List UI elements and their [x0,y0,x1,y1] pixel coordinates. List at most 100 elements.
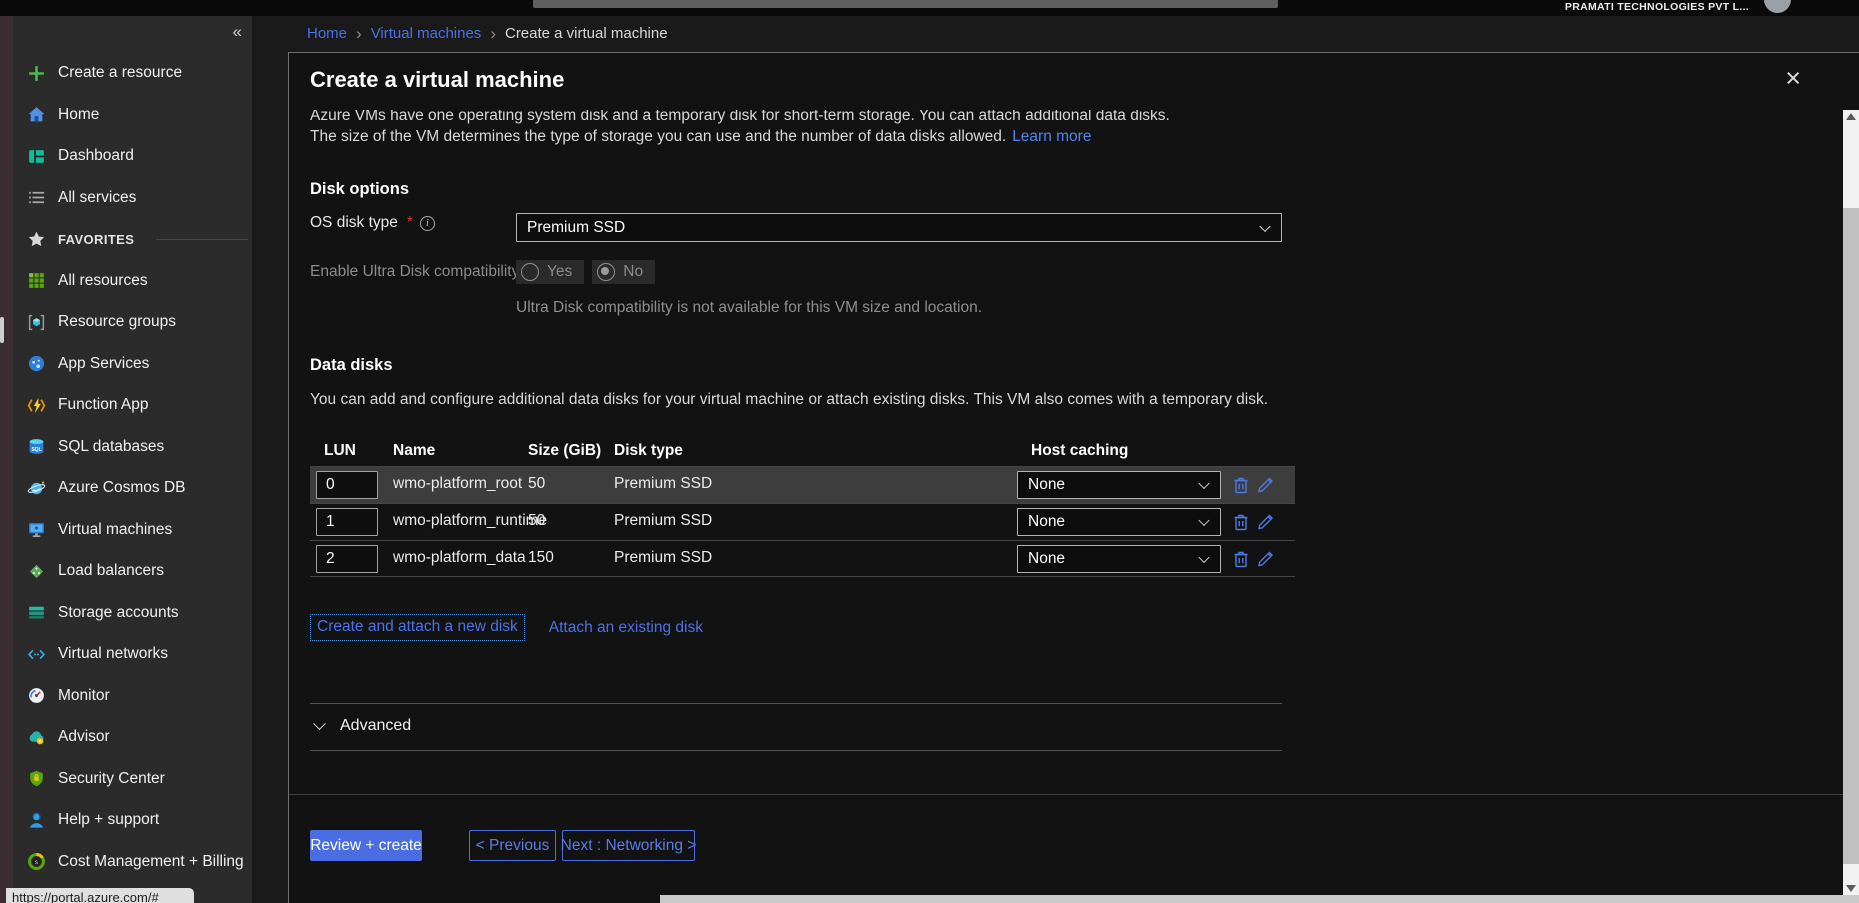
lun-input[interactable] [316,545,378,573]
sidebar-item-load-balancers[interactable]: Load balancers [27,559,248,583]
previous-button[interactable]: < Previous [469,830,556,861]
ultra-disk-radio-group: Yes No [516,260,655,284]
top-gray-strip [533,0,1278,8]
host-caching-select[interactable]: None [1017,508,1221,536]
ultra-no-label: No [623,263,643,281]
delete-disk-icon[interactable] [1231,549,1251,569]
delete-disk-icon[interactable] [1231,512,1251,532]
required-asterisk: * [407,214,413,232]
breadcrumb-virtual-machines[interactable]: Virtual machines [371,25,482,42]
disk-options-heading: Disk options [310,180,409,199]
sidebar-item-azure-cosmos-db[interactable]: Azure Cosmos DB [27,476,248,500]
sidebar-item-virtual-machines[interactable]: Virtual machines [27,518,248,542]
sidebar-item-sql-databases[interactable]: SQL SQL databases [27,435,248,459]
col-header-lun: LUN [324,442,356,460]
ultra-yes-label: Yes [547,263,572,281]
edit-disk-icon[interactable] [1255,512,1275,532]
review-create-button[interactable]: Review + create [310,830,422,861]
edit-disk-icon[interactable] [1255,475,1275,495]
host-caching-select[interactable]: None [1017,471,1221,499]
sidebar-item-storage-accounts[interactable]: Storage accounts [27,601,248,625]
disk-size: 50 [528,475,545,493]
delete-disk-icon[interactable] [1231,475,1251,495]
help-support-icon [27,811,46,830]
ultra-yes-radio[interactable]: Yes [516,260,584,284]
os-disk-type-value: Premium SSD [527,219,625,237]
sidebar-item-label: Cost Management + Billing [58,853,244,871]
sidebar-item-all-resources[interactable]: All resources [27,269,248,293]
dashboard-icon [27,147,46,166]
col-header-host-caching: Host caching [1031,442,1128,460]
sidebar-item-create-a-resource[interactable]: Create a resource [27,61,248,85]
close-icon[interactable]: × [1785,63,1801,93]
blade-footer: Review + create < Previous Next : Networ… [289,794,1859,903]
breadcrumb-chevron-icon: › [356,27,362,41]
learn-more-link[interactable]: Learn more [1012,128,1091,145]
ultra-no-radio[interactable]: No [592,260,655,284]
chevron-down-icon [1198,552,1209,563]
next-networking-button[interactable]: Next : Networking > [562,830,695,861]
sidebar-item-label: Azure Cosmos DB [58,479,185,497]
sidebar-edge-strip [0,14,13,903]
edit-disk-icon[interactable] [1255,549,1275,569]
scroll-down-icon[interactable] [1846,885,1856,892]
sidebar-favorites-header: FAVORITES [27,227,248,251]
sidebar-item-security-center[interactable]: Security Center [27,767,248,791]
sidebar-item-home[interactable]: Home [27,103,248,127]
disk-size: 150 [528,549,554,567]
host-caching-value: None [1028,513,1065,531]
host-caching-select[interactable]: None [1017,545,1221,573]
disk-name: wmo-platform_runtime [393,512,547,530]
sidebar-scroll-thumb[interactable] [0,317,4,343]
table-row: wmo-platform_data 150 Premium SSD None [310,540,1295,577]
sidebar-item-dashboard[interactable]: Dashboard [27,144,248,168]
chevron-down-icon [1259,220,1270,231]
plus-icon [27,64,46,83]
avatar[interactable] [1764,0,1791,13]
sidebar-item-all-services[interactable]: All services [27,186,248,210]
sidebar-nav: Create a resource Home Dashboard All ser… [27,14,248,874]
sidebar-item-label: Monitor [58,687,110,705]
svg-text:s: s [35,859,38,866]
sidebar-item-monitor[interactable]: Monitor [27,684,248,708]
resource-groups-icon [27,313,46,332]
lun-input[interactable] [316,508,378,536]
vertical-scrollbar[interactable] [1843,110,1859,895]
host-caching-value: None [1028,550,1065,568]
sidebar-item-label: Storage accounts [58,604,179,622]
sidebar-item-function-app[interactable]: Function App [27,393,248,417]
home-icon [27,105,46,124]
attach-existing-disk-link[interactable]: Attach an existing disk [549,619,703,637]
os-disk-type-select[interactable]: Premium SSD [516,213,1282,242]
advanced-section-toggle[interactable]: Advanced [315,717,411,735]
star-icon [27,230,46,249]
sidebar-item-advisor[interactable]: Advisor [27,725,248,749]
horizontal-scrollbar[interactable] [660,895,1859,903]
sidebar-item-app-services[interactable]: App Services [27,352,248,376]
advisor-icon [27,728,46,747]
data-disks-heading: Data disks [310,356,393,375]
divider [310,750,1282,751]
create-attach-new-disk-link[interactable]: Create and attach a new disk [310,614,525,641]
lun-input[interactable] [316,471,378,499]
radio-selected-icon [597,263,615,281]
sidebar-item-cost-management[interactable]: s Cost Management + Billing [27,850,248,874]
scroll-up-icon[interactable] [1846,113,1856,120]
sidebar-item-resource-groups[interactable]: Resource groups [27,310,248,334]
chevron-down-icon [1198,515,1209,526]
sidebar-item-virtual-networks[interactable]: Virtual networks [27,642,248,666]
chevron-down-icon [1198,478,1209,489]
info-icon[interactable]: i [420,216,435,231]
favorites-label: FAVORITES [58,232,134,247]
top-bar: PRAMATI TECHNOLOGIES PVT L... [0,0,1859,16]
ultra-disk-label: Enable Ultra Disk compatibility i [310,263,541,281]
col-header-name: Name [393,442,435,460]
radio-unselected-icon [521,263,539,281]
scrollbar-thumb[interactable] [1843,208,1859,864]
breadcrumb-home[interactable]: Home [307,25,347,42]
breadcrumb-chevron-icon: › [490,27,496,41]
virtual-networks-icon [27,645,46,664]
sidebar-item-label: All services [58,189,136,207]
os-disk-type-label-text: OS disk type [310,214,398,232]
sidebar-item-help-support[interactable]: Help + support [27,808,248,832]
